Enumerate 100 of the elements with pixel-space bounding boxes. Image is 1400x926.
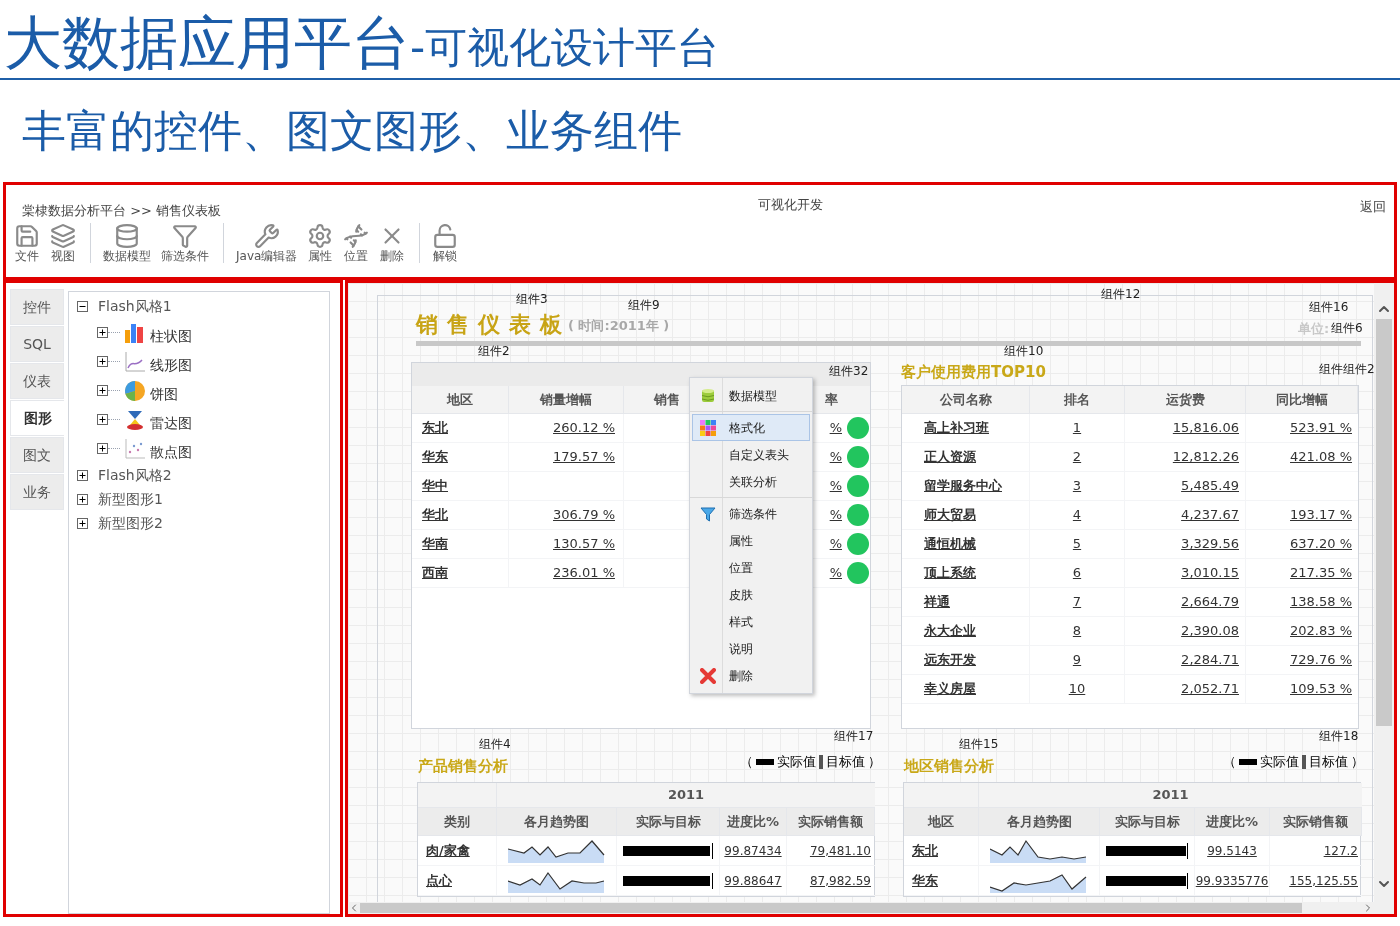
toolbar-button[interactable]: 数据模型	[103, 222, 151, 263]
horizontal-scrollbar[interactable]	[348, 902, 1374, 914]
table-cell[interactable]: 217.35 %	[1290, 563, 1352, 583]
table-cell[interactable]: 138.58 %	[1290, 592, 1352, 612]
table-cell[interactable]: 通恒机械	[924, 534, 976, 554]
table-cell[interactable]: 2	[1072, 447, 1082, 467]
table-cell[interactable]: 87,982.59	[809, 871, 871, 890]
table-cell[interactable]: 99.87434	[724, 841, 782, 860]
side-tab[interactable]: SQL	[10, 326, 64, 362]
tree-item[interactable]: Flash风格1	[98, 295, 172, 317]
menu-item[interactable]: 说明	[692, 635, 810, 662]
tree-item[interactable]: 线形图	[150, 355, 192, 376]
table-cell[interactable]: 东北	[912, 840, 938, 861]
side-tab[interactable]: 图文	[10, 437, 64, 473]
table-cell[interactable]: 5,485.49	[1181, 476, 1239, 496]
table-cell[interactable]: 99.5143	[1207, 841, 1257, 860]
table-cell[interactable]: 华南	[422, 534, 448, 554]
vertical-scrollbar[interactable]	[1374, 283, 1394, 914]
toolbar-button[interactable]: 属性	[307, 222, 334, 263]
table-cell[interactable]: 4,237.67	[1181, 505, 1239, 525]
table-cell[interactable]: 9	[1072, 650, 1082, 670]
table-cell[interactable]: %	[829, 505, 842, 525]
expand-toggle[interactable]	[77, 469, 88, 481]
table-cell[interactable]: 15,816.06	[1172, 418, 1239, 438]
menu-item[interactable]: 皮肤	[692, 581, 810, 608]
side-tab[interactable]: 仪表	[10, 363, 64, 399]
table-cell[interactable]: %	[829, 563, 842, 583]
table-cell[interactable]: 79,481.10	[809, 841, 871, 860]
table-cell[interactable]: 1	[1072, 418, 1082, 438]
menu-item[interactable]: 属性	[692, 527, 810, 554]
scrollbar-thumb[interactable]	[1376, 319, 1392, 726]
toolbar-button[interactable]: 解锁	[432, 222, 459, 263]
table-cell[interactable]: 正人资源	[924, 447, 976, 467]
expand-toggle[interactable]	[77, 517, 88, 529]
table-cell[interactable]: 东北	[422, 418, 448, 438]
table-cell[interactable]: 高上补习班	[924, 418, 989, 438]
table-cell[interactable]: 193.17 %	[1290, 505, 1352, 525]
expand-toggle[interactable]	[77, 493, 88, 505]
table-cell[interactable]: 师大贸易	[924, 505, 976, 525]
table-cell[interactable]: 点心	[426, 870, 452, 891]
table-cell[interactable]: 顶上系统	[924, 563, 976, 583]
back-link[interactable]: 返回	[1360, 197, 1386, 217]
menu-item[interactable]: 删除	[692, 662, 810, 689]
menu-item[interactable]: 位置	[692, 554, 810, 581]
table-cell[interactable]: 729.76 %	[1290, 650, 1352, 670]
menu-item[interactable]: 关联分析	[692, 468, 810, 495]
side-tab[interactable]: 业务	[10, 474, 64, 510]
expand-toggle[interactable]	[97, 356, 108, 367]
table-cell[interactable]: 2,052.71	[1181, 679, 1239, 699]
toolbar-button[interactable]: 文件	[14, 222, 40, 263]
toolbar-button[interactable]: 筛选条件	[161, 222, 209, 263]
toolbar-button[interactable]: 位置	[343, 222, 370, 263]
table-cell[interactable]: 127.2	[1323, 841, 1358, 860]
table-cell[interactable]: 7	[1072, 592, 1082, 612]
tree-item[interactable]: 雷达图	[150, 413, 192, 434]
table-cell[interactable]: 3,010.15	[1181, 563, 1239, 583]
menu-item[interactable]: 样式	[692, 608, 810, 635]
table-cell[interactable]: 260.12 %	[553, 418, 615, 438]
menu-item[interactable]: 筛选条件	[692, 500, 810, 527]
toolbar-button[interactable]: 删除	[379, 222, 406, 263]
table-cell[interactable]: 永大企业	[924, 621, 976, 641]
table-cell[interactable]: 华北	[422, 505, 448, 525]
menu-item[interactable]: 自定义表头	[692, 441, 810, 468]
table-cell[interactable]: 99.9335776	[1195, 871, 1269, 890]
toolbar-button[interactable]: 视图	[50, 222, 76, 263]
table-cell[interactable]: 祥通	[924, 592, 950, 612]
table-cell[interactable]: 8	[1072, 621, 1082, 641]
tree-item[interactable]: 新型图形2	[98, 512, 163, 534]
table-cell[interactable]: %	[829, 447, 842, 467]
table-cell[interactable]: 12,812.26	[1172, 447, 1239, 467]
table-cell[interactable]: 421.08 %	[1290, 447, 1352, 467]
table-cell[interactable]: 130.57 %	[553, 534, 615, 554]
table-cell[interactable]: 2,390.08	[1181, 621, 1239, 641]
table-cell[interactable]: 幸义房屋	[924, 679, 976, 699]
table-cell[interactable]: 西南	[422, 563, 448, 583]
table-cell[interactable]: 远东开发	[924, 650, 976, 670]
side-tab[interactable]: 图形	[10, 400, 64, 436]
side-tab[interactable]: 控件	[10, 289, 64, 325]
expand-toggle[interactable]	[97, 443, 108, 454]
table-cell[interactable]: 202.83 %	[1290, 621, 1352, 641]
table-cell[interactable]: 109.53 %	[1290, 679, 1352, 699]
table-cell[interactable]: 3	[1072, 476, 1082, 496]
table-cell[interactable]: %	[829, 418, 842, 438]
table-cell[interactable]: 306.79 %	[553, 505, 615, 525]
table-cell[interactable]: 留学服务中心	[924, 476, 1002, 496]
menu-item[interactable]: 格式化	[692, 414, 810, 441]
tree-item[interactable]: 饼图	[150, 384, 178, 405]
expand-toggle[interactable]	[97, 327, 108, 338]
table-cell[interactable]: 236.01 %	[553, 563, 615, 583]
table-cell[interactable]: 4	[1072, 505, 1082, 525]
tree-item[interactable]: Flash风格2	[98, 464, 172, 486]
table-cell[interactable]: 99.88647	[724, 871, 782, 890]
toolbar-button[interactable]: Java编辑器	[236, 222, 298, 263]
table-cell[interactable]: %	[829, 476, 842, 496]
table-cell[interactable]: 6	[1072, 563, 1082, 583]
table-cell[interactable]: %	[829, 534, 842, 554]
table-cell[interactable]: 5	[1072, 534, 1082, 554]
table-cell[interactable]: 华中	[422, 476, 448, 496]
table-cell[interactable]: 155,125.55	[1289, 871, 1358, 890]
table-cell[interactable]: 3,329.56	[1181, 534, 1239, 554]
